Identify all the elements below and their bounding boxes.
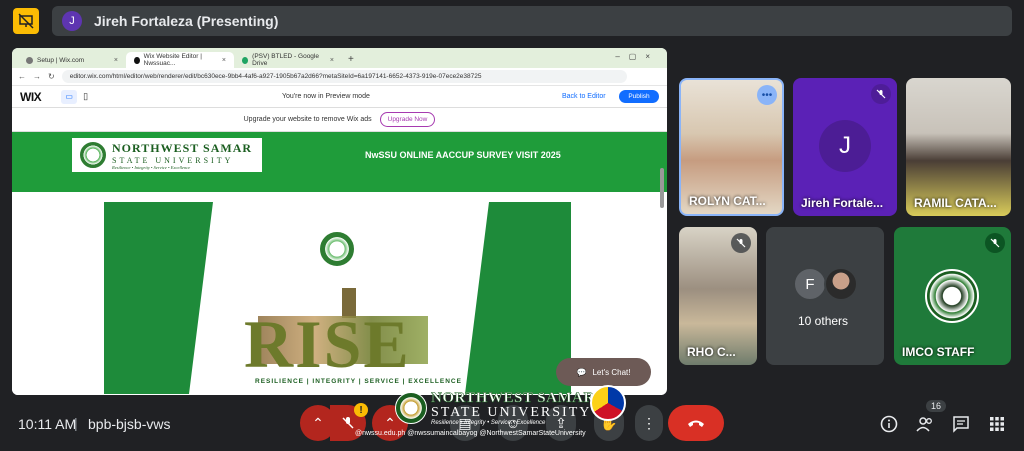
- overlay-line3: Resilience • Integrity • Service • Excel…: [431, 419, 546, 426]
- site-header: NORTHWEST SAMAR STATE UNIVERSITY Resilie…: [12, 132, 667, 192]
- chat-icon: [953, 416, 969, 433]
- people-icon: [916, 417, 932, 432]
- publish-button[interactable]: Publish: [619, 90, 659, 103]
- scrollbar[interactable]: [660, 168, 664, 208]
- tab-label: Setup | Wix.com: [37, 56, 85, 64]
- participant-name: Jireh Fortale...: [801, 196, 884, 210]
- more-vert-icon: ⋮: [642, 414, 656, 431]
- browser-tab[interactable]: (PSV) BTLED - Google Drive ×: [234, 52, 342, 68]
- browser-tab-bar: Setup | Wix.com × Wix Website Editor | Nw…: [12, 48, 667, 68]
- chevron-up-icon: ⌃: [312, 414, 324, 431]
- more-options-button[interactable]: ⋮: [635, 405, 663, 441]
- address-bar-row: ← → ↻ editor.wix.com/html/editor/web/ren…: [12, 68, 667, 86]
- participant-name: ROLYN CAT...: [689, 194, 766, 208]
- info-icon: [880, 415, 898, 433]
- participant-avatar-photo: [824, 267, 858, 301]
- participant-tile-ramil[interactable]: RAMIL CATA...: [906, 78, 1011, 216]
- participant-name: RAMIL CATA...: [914, 196, 997, 210]
- reload-icon[interactable]: ↻: [48, 72, 55, 81]
- logo-line2: STATE UNIVERSITY: [112, 155, 234, 165]
- university-logo[interactable]: NORTHWEST SAMAR STATE UNIVERSITY Resilie…: [72, 138, 262, 172]
- favicon-icon: [26, 56, 33, 64]
- back-to-editor-link[interactable]: Back to Editor: [562, 93, 606, 100]
- mic-off-icon: [985, 233, 1005, 253]
- overlay-line2: STATE UNIVERSITY: [431, 404, 592, 420]
- url-input[interactable]: editor.wix.com/html/editor/web/renderer/…: [61, 70, 627, 83]
- tab-label: Wix Website Editor | Nwssuac...: [143, 53, 202, 67]
- browser-tab-active[interactable]: Wix Website Editor | Nwssuac... ×: [126, 52, 234, 68]
- imco-seal-icon: [925, 269, 979, 323]
- close-icon[interactable]: ×: [222, 57, 226, 64]
- back-icon[interactable]: ←: [18, 72, 26, 81]
- shared-screen: Setup | Wix.com × Wix Website Editor | Nw…: [12, 48, 667, 395]
- browser-tab[interactable]: Setup | Wix.com ×: [18, 52, 126, 68]
- mic-off-icon: [342, 417, 354, 429]
- chat-button[interactable]: [951, 414, 971, 434]
- participant-name: RHO C...: [687, 345, 736, 359]
- university-seal-icon: [395, 392, 427, 424]
- bagong-pilipinas-logo-icon: [590, 385, 626, 421]
- participant-tile-others[interactable]: F 10 others: [766, 227, 884, 365]
- site-title: NwSSU ONLINE AACCUP SURVEY VISIT 2025: [365, 150, 561, 160]
- presentation-icon[interactable]: [13, 8, 39, 34]
- logo-line3: Resilience • Integrity • Service • Excel…: [112, 164, 191, 170]
- window-controls[interactable]: –▢×: [615, 52, 659, 61]
- chat-icon: 💬: [576, 367, 587, 377]
- warning-badge: !: [354, 403, 368, 417]
- mobile-icon[interactable]: ▯: [83, 91, 88, 102]
- activities-button[interactable]: [987, 414, 1007, 434]
- wix-logo: WIX: [20, 89, 42, 104]
- close-icon[interactable]: ×: [114, 57, 118, 64]
- upgrade-banner: Upgrade your website to remove Wix ads U…: [12, 108, 667, 132]
- mic-off-icon: [871, 84, 891, 104]
- logo-line1: NORTHWEST SAMAR: [112, 140, 253, 155]
- apps-grid-icon: [990, 417, 1004, 431]
- university-seal-icon: [80, 142, 106, 168]
- hero-motto: RESILIENCE | INTEGRITY | SERVICE | EXCEL…: [255, 378, 462, 385]
- chat-label: Let's Chat!: [592, 367, 631, 377]
- upgrade-text: Upgrade your website to remove Wix ads: [243, 116, 372, 123]
- preview-mode-text: You're now in Preview mode: [282, 93, 370, 100]
- meeting-code: bpb-bjsb-vws: [88, 416, 171, 432]
- mic-off-icon: [731, 233, 751, 253]
- presenter-banner: J Jireh Fortaleza (Presenting): [52, 6, 1012, 36]
- wix-preview-bar: WIX ▭ ▯ You're now in Preview mode Back …: [12, 86, 667, 108]
- people-count-badge: 16: [926, 400, 947, 412]
- participant-tile-rolyn[interactable]: ••• ROLYN CAT...: [679, 78, 784, 216]
- others-count-label: 10 others: [798, 314, 849, 328]
- end-call-button[interactable]: [668, 405, 724, 441]
- new-tab-button[interactable]: +: [348, 54, 354, 65]
- phone-hangup-icon: [688, 420, 704, 427]
- forward-icon[interactable]: →: [33, 72, 41, 81]
- tab-label: (PSV) BTLED - Google Drive: [252, 53, 319, 67]
- participant-name: IMCO STAFF: [902, 345, 975, 359]
- more-options-icon[interactable]: •••: [757, 85, 777, 105]
- desktop-icon[interactable]: ▭: [61, 89, 78, 104]
- participant-tile-jireh[interactable]: J Jireh Fortale...: [793, 78, 897, 216]
- participant-tile-rho[interactable]: RHO C...: [679, 227, 757, 365]
- drive-icon: [242, 56, 249, 64]
- participant-tile-imco[interactable]: IMCO STAFF: [894, 227, 1011, 365]
- social-handles: @nwssu.edu.ph @nwssumaincalbayog @Northw…: [355, 430, 586, 437]
- hero-seal-icon: [320, 232, 354, 266]
- close-icon[interactable]: ×: [330, 57, 334, 64]
- participant-avatar: F: [793, 267, 827, 301]
- meeting-info-button[interactable]: [879, 414, 899, 434]
- participant-avatar: J: [819, 120, 871, 172]
- meeting-time: 10:11 AM: [18, 416, 77, 432]
- favicon-icon: [134, 56, 140, 64]
- separator: |: [74, 415, 78, 431]
- hero-rise-word: RISE: [244, 306, 411, 382]
- presenter-label: Jireh Fortaleza (Presenting): [94, 13, 279, 29]
- presenter-avatar: J: [62, 11, 82, 31]
- people-button[interactable]: [915, 414, 935, 434]
- lets-chat-button[interactable]: 💬 Let's Chat!: [556, 358, 651, 386]
- upgrade-now-button[interactable]: Upgrade Now: [379, 112, 436, 127]
- overlay-line1: NORTHWEST SAMAR: [431, 389, 595, 406]
